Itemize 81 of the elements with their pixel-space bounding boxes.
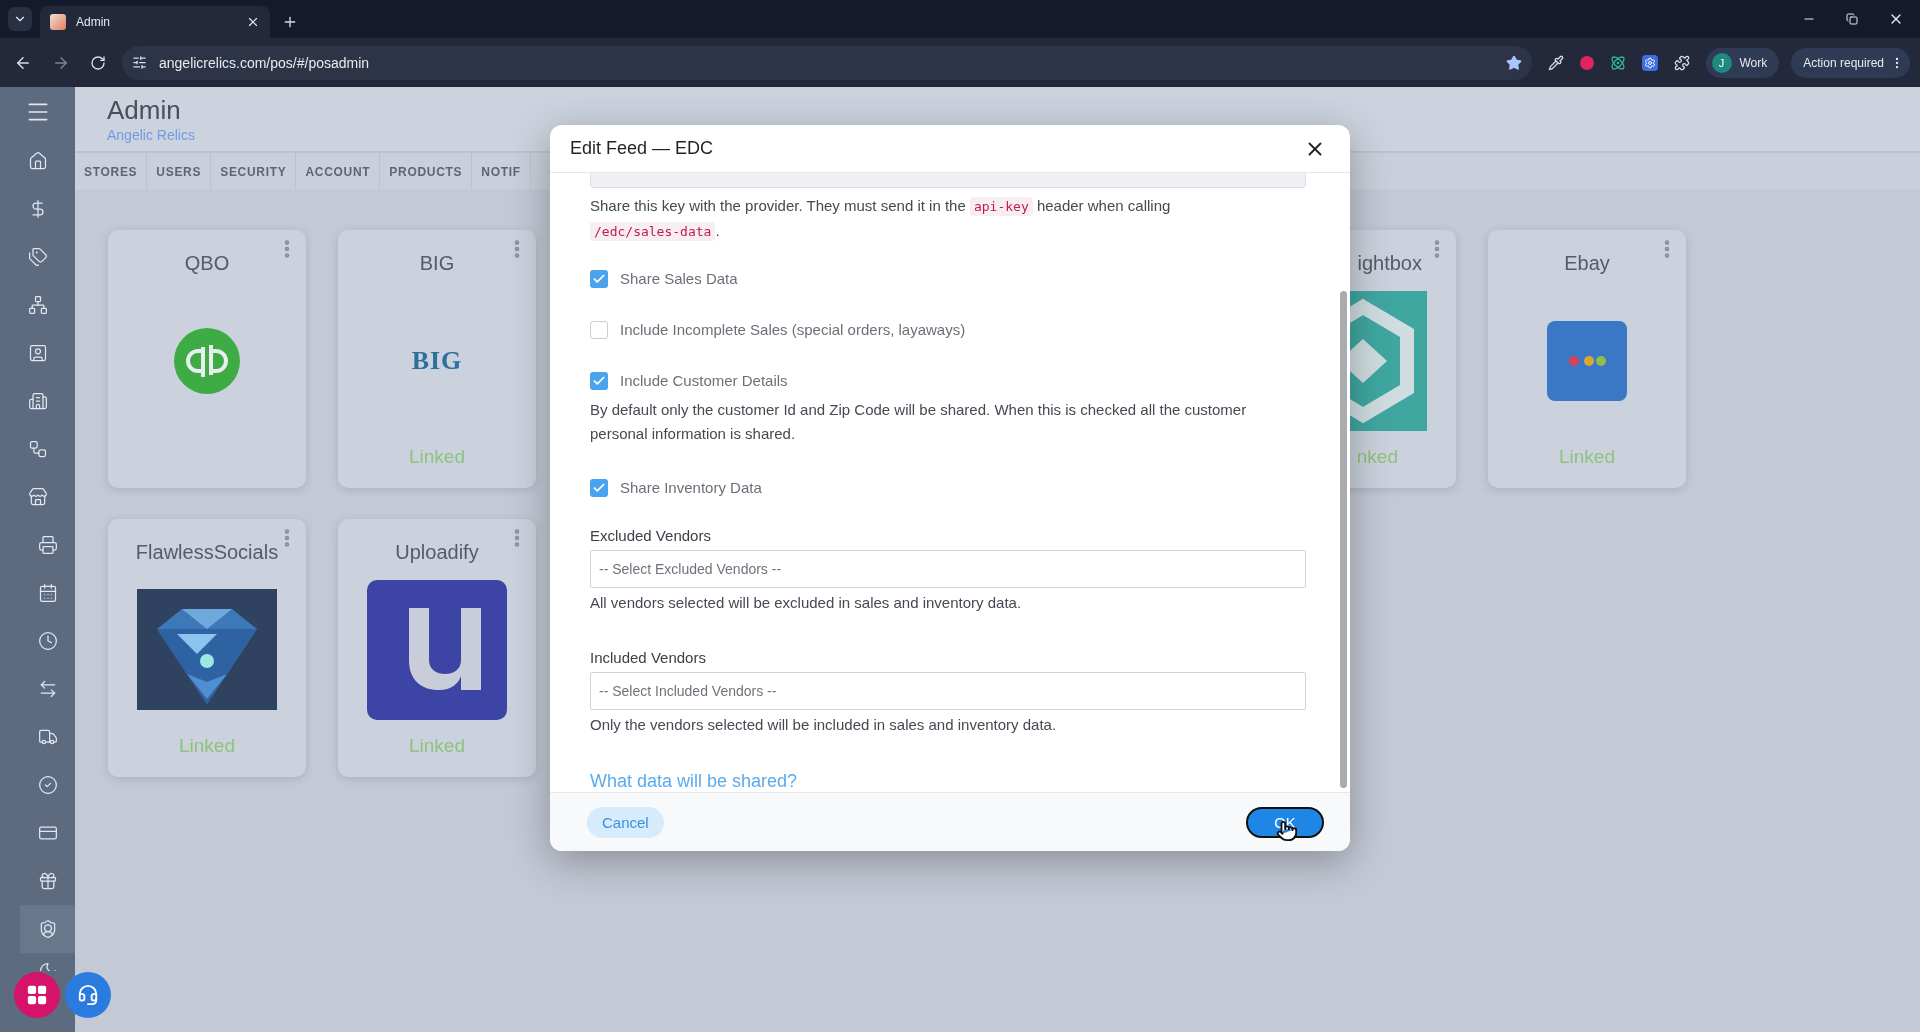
integration-card[interactable]: FlawlessSocials Linked xyxy=(108,519,306,777)
address-bar[interactable]: angelicrelics.com/pos/#/posadmin xyxy=(122,45,1532,80)
cancel-button[interactable]: Cancel xyxy=(587,806,664,838)
page-tab[interactable]: ACCOUNT xyxy=(296,153,381,190)
link-status: Linked xyxy=(1559,446,1615,469)
option-description: By default only the customer Id and Zip Code will be shared. When this is checked all the customer personal information is shared. xyxy=(590,399,1248,444)
plus-icon xyxy=(282,14,298,30)
action-required-button[interactable]: Action required xyxy=(1791,47,1910,78)
site-icon xyxy=(50,14,66,30)
sidebar-icon xyxy=(27,487,48,507)
record-icon[interactable] xyxy=(1579,55,1594,70)
hand-cursor-icon xyxy=(1276,820,1298,842)
sidebar-icon xyxy=(37,631,58,651)
sidebar-icon xyxy=(27,391,48,411)
link-status: nked xyxy=(1356,446,1399,469)
field-label: Excluded Vendors xyxy=(590,526,712,544)
sidebar-icon xyxy=(37,535,58,555)
page-tab[interactable]: STORES xyxy=(75,153,148,190)
store-name: Angelic Relics xyxy=(107,127,196,143)
sidebar-icon xyxy=(37,775,58,795)
browser-tab[interactable]: Admin xyxy=(40,6,270,38)
grid-icon xyxy=(26,984,48,1006)
eyedropper-icon[interactable] xyxy=(1547,54,1564,71)
checkbox[interactable] xyxy=(590,320,608,339)
scrollbar[interactable] xyxy=(1340,291,1347,788)
tab-list-button[interactable] xyxy=(8,7,32,31)
extensions-icon[interactable] xyxy=(1673,54,1690,71)
restore-icon[interactable] xyxy=(1846,13,1858,25)
api-key-field[interactable] xyxy=(590,173,1306,188)
card-title: ightbox xyxy=(1357,252,1423,275)
profile-button[interactable]: J Work xyxy=(1705,47,1780,78)
integration-card[interactable]: Uploadify Linked xyxy=(338,519,536,777)
checkbox-label: Share Sales Data xyxy=(620,270,738,288)
close-icon[interactable] xyxy=(246,15,260,29)
vendor-select[interactable]: -- Select Excluded Vendors -- xyxy=(590,549,1306,588)
headset-icon xyxy=(77,984,99,1006)
field-label: Included Vendors xyxy=(590,648,707,666)
page-title: Admin xyxy=(107,95,182,125)
big-logo: BIG xyxy=(411,345,463,376)
page-tab[interactable]: SECURITY xyxy=(211,153,297,190)
card-title: BIG xyxy=(419,252,455,275)
checkbox-label: Include Customer Details xyxy=(620,372,788,390)
helper-text: Only the vendors selected will be included in sales and inventory data. xyxy=(590,716,1058,733)
sidebar-icon xyxy=(27,151,48,171)
sidebar-icon xyxy=(37,727,58,747)
link-status: Linked xyxy=(179,735,235,758)
sidebar-icon xyxy=(37,871,58,891)
link-status: Linked xyxy=(409,735,465,758)
integration-card[interactable]: QBO xyxy=(108,230,306,488)
card-title: Uploadify xyxy=(395,541,479,564)
card-title: QBO xyxy=(184,252,230,275)
site-settings-icon[interactable] xyxy=(132,55,147,70)
sidebar-icon xyxy=(37,583,58,603)
card-title: FlawlessSocials xyxy=(135,541,279,564)
shared-data-link[interactable]: What data will be shared? xyxy=(590,771,798,792)
page-tab[interactable]: USERS xyxy=(147,153,212,190)
integration-card[interactable]: BIG BIG Linked xyxy=(338,230,536,488)
sidebar-icon xyxy=(27,439,48,459)
gear-icon[interactable] xyxy=(1641,54,1658,71)
sidebar-icon xyxy=(27,247,48,267)
sidebar-icon xyxy=(27,343,48,363)
card-title: Ebay xyxy=(1564,252,1610,275)
helper-text: All vendors selected will be excluded in sales and inventory data. xyxy=(590,593,1023,611)
page-tab[interactable]: NOTIF xyxy=(472,153,531,190)
atom-icon[interactable] xyxy=(1609,54,1626,71)
checkbox[interactable] xyxy=(590,371,608,390)
integration-card[interactable]: Ebay Linked xyxy=(1488,230,1686,488)
checkbox-label: Include Incomplete Sales (special orders, layaways) xyxy=(620,321,966,339)
checkbox[interactable] xyxy=(590,269,608,288)
link-status: Linked xyxy=(409,446,465,469)
profile-avatar: J xyxy=(1711,52,1732,73)
page-tab[interactable]: PRODUCTS xyxy=(380,153,473,190)
checkbox-label: Share Inventory Data xyxy=(620,479,762,497)
sidebar-icon xyxy=(27,295,48,315)
reload-icon xyxy=(90,54,106,71)
vendor-select[interactable]: -- Select Included Vendors -- xyxy=(590,671,1306,710)
api-key-note: Share this key with the provider. They must send it in the api-key header when calling /edc/sales-data . xyxy=(590,195,1172,243)
dialog-title: Edit Feed — EDC xyxy=(570,138,714,159)
sidebar-item[interactable] xyxy=(20,905,75,953)
checkbox[interactable] xyxy=(590,478,608,497)
bookmark-star-icon[interactable] xyxy=(1505,54,1522,71)
